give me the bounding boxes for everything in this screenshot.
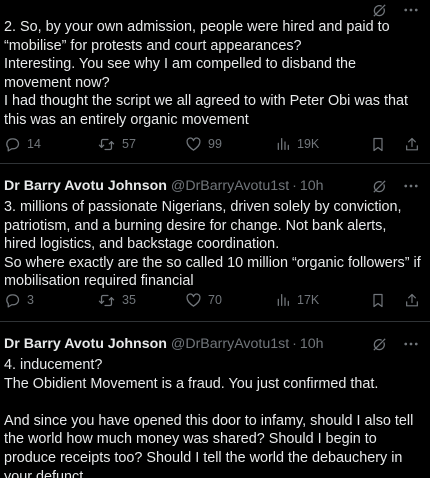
more-icon[interactable] (402, 177, 420, 195)
grok-icon[interactable] (371, 178, 388, 195)
tweet[interactable]: 2. So, by your own admission, people wer… (0, 0, 430, 164)
tweet-text: 2. So, by your own admission, people wer… (4, 18, 422, 130)
tweet-feed: 2. So, by your own admission, people wer… (0, 0, 430, 478)
tweet[interactable]: Dr Barry Avotu Johnson @DrBarryAvotu1st … (0, 164, 430, 322)
heart-icon (186, 292, 201, 307)
tweet-top-icons (371, 334, 420, 354)
tweet-header: Dr Barry Avotu Johnson @DrBarryAvotu1st … (4, 334, 424, 354)
repost-button[interactable]: 57 (97, 134, 136, 154)
timestamp[interactable]: 10h (300, 334, 324, 354)
tweet-paragraph: 2. So, by your own admission, people wer… (4, 19, 390, 54)
like-button[interactable]: 99 (185, 134, 222, 154)
like-button[interactable]: 70 (185, 290, 222, 310)
views-count: 19K (297, 137, 320, 151)
repost-button[interactable]: 35 (97, 290, 136, 310)
share-icon (406, 137, 418, 150)
reply-count: 3 (27, 293, 34, 307)
repost-icon (98, 138, 115, 150)
tweet-paragraph: 4. inducement? (4, 357, 103, 373)
timestamp[interactable]: 10h (300, 176, 324, 196)
like-count: 70 (208, 293, 222, 307)
tweet-actions: 14 57 99 19K (0, 134, 430, 154)
bookmark-icon (373, 137, 383, 151)
bookmark-icon (373, 293, 383, 307)
reply-button[interactable]: 14 (4, 134, 41, 154)
heart-icon (186, 136, 201, 151)
tweet-text: 4. inducement? The Obidient Movement is … (4, 356, 422, 478)
more-icon[interactable] (402, 1, 420, 19)
author-handle[interactable]: @DrBarryAvotu1st (171, 176, 289, 196)
share-icon (406, 293, 418, 306)
tweet-actions: 3 35 70 17K (0, 290, 430, 310)
tweet-top-icons (371, 176, 420, 196)
tweet-top-icons (371, 0, 420, 20)
repost-count: 57 (122, 137, 136, 151)
grok-icon[interactable] (371, 336, 388, 353)
reply-button[interactable]: 3 (4, 290, 34, 310)
repost-count: 35 (122, 293, 136, 307)
views-count: 17K (297, 293, 320, 307)
tweet-paragraph: I had thought the script we all agreed t… (4, 93, 408, 128)
author-name[interactable]: Dr Barry Avotu Johnson (4, 176, 167, 196)
like-count: 99 (208, 137, 222, 151)
tweet-header: Dr Barry Avotu Johnson @DrBarryAvotu1st … (4, 176, 424, 196)
reply-icon (6, 137, 20, 152)
repost-icon (98, 294, 115, 306)
tweet-paragraph: Interesting. You see why I am compelled … (4, 56, 356, 91)
grok-icon[interactable] (371, 2, 388, 19)
views-button[interactable]: 19K (275, 134, 319, 154)
bookmark-button[interactable] (370, 290, 386, 310)
author-name[interactable]: Dr Barry Avotu Johnson (4, 334, 167, 354)
tweet-paragraph: 3. millions of passionate Nigerians, dri… (4, 199, 402, 253)
views-button[interactable]: 17K (275, 290, 319, 310)
tweet-paragraph: So where exactly are the so called 10 mi… (4, 254, 421, 290)
tweet-paragraph: And since you have opened this door to i… (4, 412, 414, 478)
author-handle[interactable]: @DrBarryAvotu1st (171, 334, 289, 354)
tweet[interactable]: Dr Barry Avotu Johnson @DrBarryAvotu1st … (0, 322, 430, 478)
tweet-text: 3. millions of passionate Nigerians, dri… (4, 198, 422, 291)
separator: · (292, 336, 297, 352)
reply-count: 14 (27, 137, 41, 151)
views-icon (277, 294, 289, 306)
more-icon[interactable] (402, 335, 420, 353)
tweet-paragraph: The Obidient Movement is a fraud. You ju… (4, 375, 379, 392)
share-button[interactable] (404, 134, 420, 154)
bookmark-button[interactable] (370, 134, 386, 154)
views-icon (277, 138, 289, 150)
share-button[interactable] (404, 290, 420, 310)
reply-icon (6, 293, 20, 308)
separator: · (292, 178, 297, 194)
